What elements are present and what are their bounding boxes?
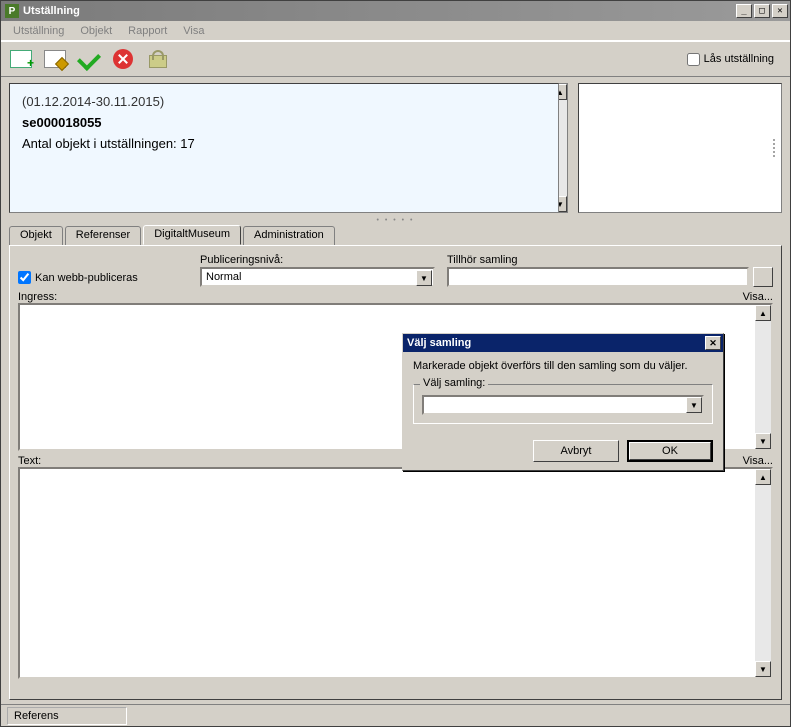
scroll-up-icon[interactable]: ▲ (755, 469, 771, 485)
scroll-down-icon[interactable]: ▼ (755, 661, 771, 677)
cancel-label: Avbryt (561, 445, 592, 457)
modal-close-button[interactable]: ✕ (705, 336, 721, 350)
ingress-scrollbar[interactable]: ▲ ▼ (755, 305, 771, 449)
menu-visa[interactable]: Visa (175, 23, 212, 39)
webpub-col: Kan webb-publiceras (18, 271, 188, 287)
exhibition-id: se000018055 (22, 115, 546, 130)
grip-handle[interactable] (767, 84, 781, 212)
lock-checkbox-label: Lås utställning (704, 53, 774, 65)
tab-objekt[interactable]: Objekt (9, 226, 63, 246)
titlebar[interactable]: P Utställning _ □ ✕ (1, 1, 790, 21)
confirm-button[interactable] (75, 45, 103, 73)
delete-button[interactable] (109, 45, 137, 73)
scroll-down-icon[interactable]: ▼ (755, 433, 771, 449)
visa-link-text[interactable]: Visa... (743, 455, 773, 467)
text-label: Text: (18, 455, 41, 467)
modal-samling-dropdown[interactable]: ▼ (422, 395, 704, 415)
pubniva-col: Publiceringsnivå: Normal ▼ (200, 254, 435, 287)
window-title: Utställning (23, 5, 734, 17)
webpub-label: Kan webb-publiceras (35, 272, 138, 284)
tab-body: Kan webb-publiceras Publiceringsnivå: No… (9, 245, 782, 700)
splitter[interactable]: • • • • • (1, 217, 790, 223)
lock-button[interactable] (143, 45, 171, 73)
date-range: (01.12.2014-30.11.2015) (22, 94, 546, 109)
edit-icon (44, 50, 66, 68)
app-icon: P (5, 4, 19, 18)
modal-message: Markerade objekt överförs till den samli… (413, 360, 713, 372)
ok-label: OK (662, 445, 678, 457)
modal-body: Markerade objekt överförs till den samli… (403, 352, 723, 432)
modal-title: Välj samling (407, 337, 705, 349)
cancel-button[interactable]: Avbryt (533, 440, 619, 462)
text-scrollbar[interactable]: ▲ ▼ (755, 469, 771, 677)
menu-rapport[interactable]: Rapport (120, 23, 175, 39)
webpub-checkbox-row[interactable]: Kan webb-publiceras (18, 271, 188, 284)
samling-input[interactable] (447, 267, 749, 287)
scroll-track[interactable] (755, 485, 771, 661)
object-count: Antal objekt i utställningen: 17 (22, 136, 546, 151)
text-textarea[interactable]: ▲ ▼ (18, 467, 773, 679)
tab-digitaltmuseum[interactable]: DigitaltMuseum (143, 225, 241, 245)
tab-referenser[interactable]: Referenser (65, 226, 141, 246)
modal-buttons: Avbryt OK (403, 432, 723, 470)
close-button[interactable]: ✕ (772, 4, 788, 18)
modal-group-label: Välj samling: (420, 377, 488, 389)
modal-valj-samling: Välj samling ✕ Markerade objekt överförs… (402, 333, 724, 471)
statusbar: Referens (1, 704, 790, 726)
new-button[interactable] (7, 45, 35, 73)
menu-utstallning[interactable]: Utställning (5, 23, 72, 39)
samling-label: Tillhör samling (447, 254, 773, 266)
menubar: Utställning Objekt Rapport Visa (1, 21, 790, 41)
preview-body (579, 84, 767, 212)
modal-titlebar[interactable]: Välj samling ✕ (403, 334, 723, 352)
maximize-button[interactable]: □ (754, 4, 770, 18)
samling-picker-button[interactable] (753, 267, 773, 287)
webpub-checkbox[interactable] (18, 271, 31, 284)
status-referens: Referens (7, 707, 127, 725)
menu-objekt[interactable]: Objekt (72, 23, 120, 39)
edit-button[interactable] (41, 45, 69, 73)
preview-box (578, 83, 782, 213)
ingress-label-row: Ingress: Visa... (18, 291, 773, 303)
scroll-up-icon[interactable]: ▲ (755, 305, 771, 321)
delete-icon (113, 49, 133, 69)
chevron-down-icon[interactable]: ▼ (416, 270, 432, 286)
lock-icon (149, 50, 165, 68)
pubniva-label: Publiceringsnivå: (200, 254, 435, 266)
pubniva-dropdown[interactable]: Normal ▼ (200, 267, 435, 287)
scroll-track[interactable] (755, 321, 771, 433)
info-box: (01.12.2014-30.11.2015) se000018055 Anta… (9, 83, 559, 213)
upper-panel: (01.12.2014-30.11.2015) se000018055 Anta… (1, 77, 790, 217)
check-icon (77, 47, 101, 71)
tab-administration[interactable]: Administration (243, 226, 335, 246)
new-icon (10, 50, 32, 68)
pubniva-value: Normal (206, 271, 241, 283)
tabs-row: Objekt Referenser DigitaltMuseum Adminis… (9, 225, 782, 245)
visa-link-ingress[interactable]: Visa... (743, 291, 773, 303)
chevron-down-icon[interactable]: ▼ (686, 397, 702, 413)
samling-col: Tillhör samling (447, 254, 773, 287)
top-fields-row: Kan webb-publiceras Publiceringsnivå: No… (18, 254, 773, 287)
lock-checkbox[interactable] (687, 53, 700, 66)
toolbar: Lås utställning (1, 41, 790, 77)
minimize-button[interactable]: _ (736, 4, 752, 18)
ok-button[interactable]: OK (627, 440, 713, 462)
ingress-label: Ingress: (18, 291, 57, 303)
modal-group: Välj samling: ▼ (413, 384, 713, 424)
lock-checkbox-row[interactable]: Lås utställning (687, 53, 774, 66)
